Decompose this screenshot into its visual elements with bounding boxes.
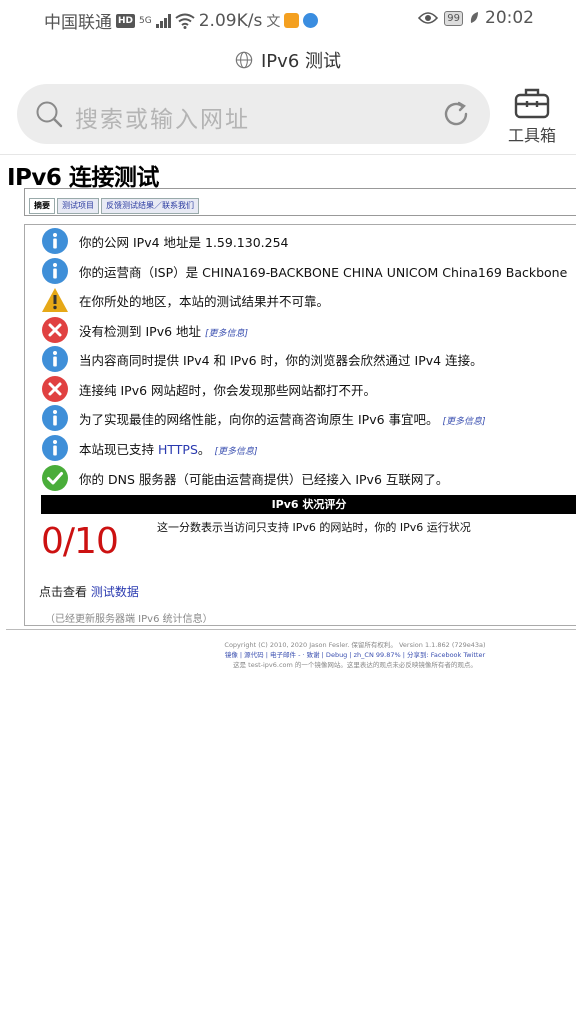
result-row: 连接纯 IPv6 网站超时，你会发现那些网站都打不开。	[41, 375, 576, 403]
view-data-line: 点击查看 测试数据	[39, 583, 139, 600]
stats-note: （已经更新服务器端 IPv6 统计信息）	[45, 614, 213, 625]
status-right: 99 20:02	[418, 8, 534, 28]
mirror-note: 这是 test-ipv6.com 的一个镜像网站。这里表达的观点未必反映镜像所有…	[233, 661, 477, 669]
test-data-link[interactable]: 测试数据	[91, 585, 139, 599]
result-row: 你的运营商（ISP）是 CHINA169-BACKBONE CHINA UNIC…	[41, 257, 576, 285]
result-text: 本站现已支持 HTTPS。 [更多信息]	[79, 439, 257, 458]
more-info-link[interactable]: [更多信息]	[205, 329, 248, 339]
address-placeholder: 搜索或输入网址	[75, 107, 250, 133]
results-panel: 你的公网 IPv4 地址是 1.59.130.254 你的运营商（ISP）是 C…	[24, 224, 576, 626]
view-data-label: 点击查看	[39, 585, 91, 599]
toolbox-label: 工具箱	[507, 126, 556, 145]
result-text: 连接纯 IPv6 网站超时，你会发现那些网站都打不开。	[79, 383, 377, 398]
result-row: 为了实现最佳的网络性能，向你的运营商咨询原生 IPv6 事宜吧。 [更多信息]	[41, 404, 576, 432]
more-info-link[interactable]: [更多信息]	[214, 447, 257, 457]
network-speed: 2.09K/s	[198, 10, 263, 31]
result-text: 你的运营商（ISP）是 CHINA169-BACKBONE CHINA UNIC…	[79, 265, 568, 280]
status-bar: 中国联通 HD 5G 2.09K/s 文 99 20:02	[0, 0, 576, 40]
hd-badge: HD	[116, 13, 136, 28]
result-row: 本站现已支持 HTTPS。 [更多信息]	[41, 434, 576, 462]
battery-icon: 99	[444, 10, 463, 26]
result-row: 你的公网 IPv4 地址是 1.59.130.254	[41, 227, 576, 255]
error-icon	[42, 317, 68, 343]
page-footer: Copyright (C) 2010, 2020 Jason Fesler. 保…	[150, 640, 560, 670]
error-icon	[42, 376, 68, 402]
checkmark-icon	[42, 465, 68, 491]
app-notify-icon: 文	[266, 13, 281, 30]
result-row: 你的 DNS 服务器（可能由运营商提供）已经接入 IPv6 互联网了。	[41, 464, 576, 492]
top-bar: IPv6 测试	[0, 42, 576, 78]
page-title: IPv6 连接测试	[7, 165, 159, 191]
result-text-post: 。	[197, 442, 211, 457]
wifi-icon	[175, 13, 195, 29]
info-icon	[42, 405, 68, 431]
result-text: 为了实现最佳的网络性能，向你的运营商咨询原生 IPv6 事宜吧。 [更多信息]	[79, 409, 486, 428]
result-text-pre: 本站现已支持	[79, 442, 158, 457]
score-header: IPv6 状况评分	[41, 495, 576, 514]
score-description: 这一分数表示当访问只支持 IPv6 的网站时，你的 IPv6 运行状况	[157, 521, 471, 534]
result-text-main: 没有检测到 IPv6 地址	[79, 324, 202, 339]
result-text-main: 为了实现最佳的网络性能，向你的运营商咨询原生 IPv6 事宜吧。	[79, 412, 439, 427]
divider	[0, 154, 576, 155]
tab-bar: 摘要 测试项目 反馈测试结果／联系我们	[24, 188, 576, 216]
info-icon	[42, 435, 68, 461]
reload-icon[interactable]	[440, 98, 472, 130]
eye-icon	[418, 12, 439, 24]
score-value: 0/10	[41, 521, 119, 562]
result-text: 你的 DNS 服务器（可能由运营商提供）已经接入 IPv6 互联网了。	[79, 472, 449, 487]
toolbox-button[interactable]: 工具箱	[500, 84, 564, 148]
tab-feedback[interactable]: 反馈测试结果／联系我们	[101, 198, 199, 214]
result-text: 当内容商同时提供 IPv4 和 IPv6 时，你的浏览器会欣然通过 IPv4 连…	[79, 353, 483, 368]
signal-icon	[155, 13, 171, 28]
info-icon	[42, 228, 68, 254]
warning-icon	[42, 288, 68, 312]
footer-links[interactable]: 镜像 | 源代码 | 电子邮件 - · 致谢 | Debug | zh_CN 9…	[150, 650, 560, 660]
leaf-icon	[470, 12, 478, 23]
result-row: 没有检测到 IPv6 地址 [更多信息]	[41, 316, 576, 344]
app-notify-icon-orange	[284, 13, 300, 28]
https-link[interactable]: HTTPS	[158, 442, 198, 457]
carrier-label: 中国联通	[44, 13, 112, 33]
site-title: IPv6 测试	[261, 51, 341, 72]
address-bar[interactable]: 搜索或输入网址	[17, 84, 490, 144]
network-type: 5G	[139, 15, 152, 26]
copyright-text: Copyright (C) 2010, 2020 Jason Fesler. 保…	[224, 641, 486, 649]
clock: 20:02	[485, 8, 534, 28]
divider	[6, 629, 576, 630]
result-row: 当内容商同时提供 IPv4 和 IPv6 时，你的浏览器会欣然通过 IPv4 连…	[41, 345, 576, 373]
result-text: 在你所处的地区，本站的测试结果并不可靠。	[79, 294, 330, 309]
info-icon	[42, 258, 68, 284]
tab-tests[interactable]: 测试项目	[57, 198, 99, 214]
search-icon	[36, 101, 63, 128]
result-text: 没有检测到 IPv6 地址 [更多信息]	[79, 321, 248, 340]
info-icon	[42, 346, 68, 372]
toolbox-icon	[514, 88, 550, 119]
app-notify-icon-blue	[303, 13, 319, 28]
result-text: 你的公网 IPv4 地址是 1.59.130.254	[79, 235, 289, 250]
status-left: 中国联通 HD 5G 2.09K/s 文	[44, 8, 319, 33]
result-row: 在你所处的地区，本站的测试结果并不可靠。	[41, 286, 576, 314]
tab-summary[interactable]: 摘要	[29, 198, 55, 214]
more-info-link[interactable]: [更多信息]	[443, 417, 486, 427]
globe-icon	[235, 51, 253, 69]
